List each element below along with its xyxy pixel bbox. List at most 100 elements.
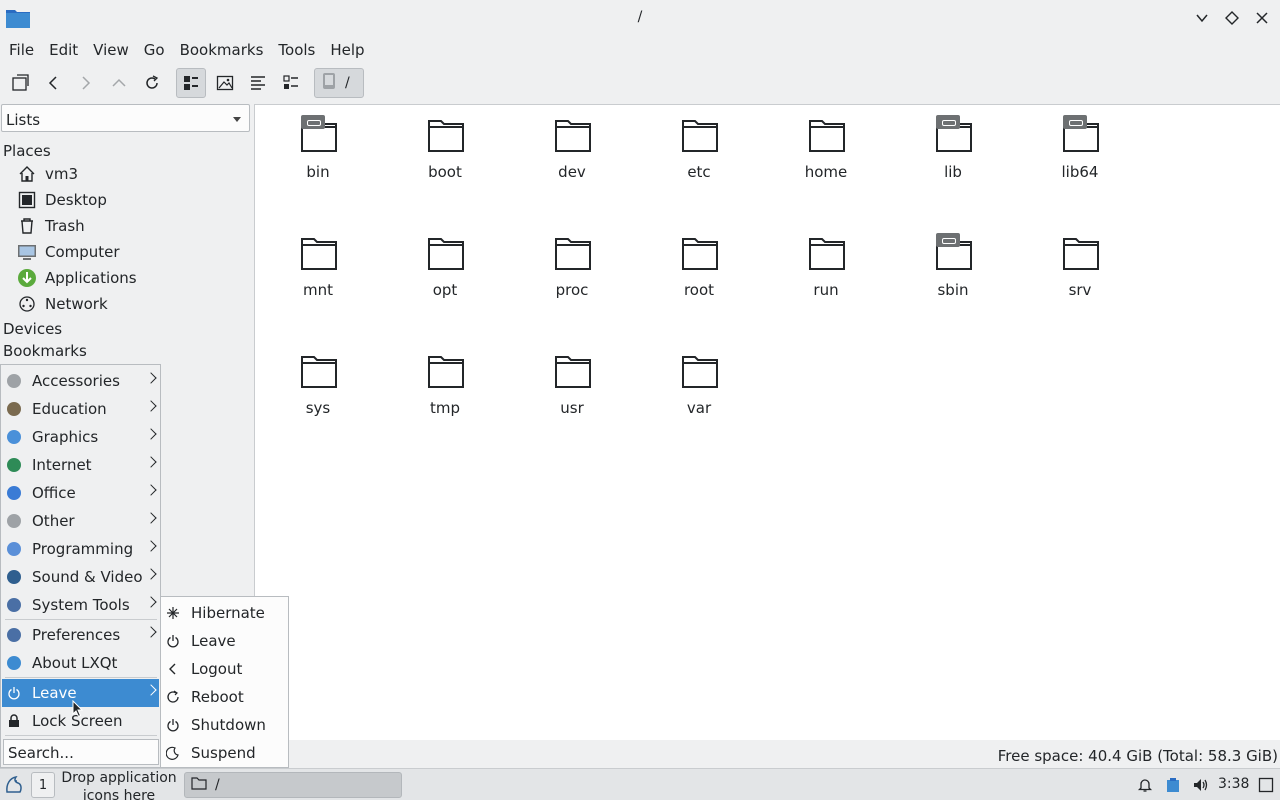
path-bar-root-button[interactable]: / (314, 68, 364, 98)
folder-item[interactable]: mnt (263, 227, 373, 307)
leave-item-shutdown[interactable]: Shutdown (163, 711, 287, 739)
clipboard-tray-icon[interactable] (1163, 775, 1183, 795)
leave-icon (166, 634, 180, 648)
menu-bookmarks[interactable]: Bookmarks (171, 38, 270, 64)
compact-view-icon[interactable] (243, 68, 273, 98)
place-network[interactable]: Network (17, 291, 108, 317)
thumbnail-view-icon[interactable] (210, 68, 240, 98)
folder-name: run (813, 281, 839, 299)
places-header[interactable]: Places (3, 142, 51, 160)
folder-icon (301, 238, 337, 270)
start-menu-item-accessories[interactable]: Accessories (2, 367, 159, 395)
folder-name: etc (687, 163, 711, 181)
drive-icon (321, 72, 337, 94)
detailed-view-icon[interactable] (276, 68, 306, 98)
menu-view[interactable]: View (84, 38, 135, 64)
place-label: Network (45, 295, 108, 313)
menu-help[interactable]: Help (321, 38, 370, 64)
menu-edit[interactable]: Edit (40, 38, 84, 64)
menu-separator (5, 619, 157, 620)
quicklaunch-area[interactable]: Drop application icons here (56, 769, 182, 800)
start-menu-item-education[interactable]: Education (2, 395, 159, 423)
maximize-icon[interactable] (1222, 8, 1242, 28)
bookmarks-header[interactable]: Bookmarks (3, 342, 87, 360)
show-desktop-icon[interactable] (1256, 775, 1276, 795)
close-icon[interactable] (1252, 8, 1272, 28)
start-menu-item-label: Sound & Video (32, 568, 143, 586)
folder-item[interactable]: etc (644, 109, 754, 189)
start-menu-item-office[interactable]: Office (2, 479, 159, 507)
sound-video-icon (7, 570, 21, 584)
start-menu-item-graphics[interactable]: Graphics (2, 423, 159, 451)
folder-item[interactable]: var (644, 345, 754, 425)
folder-icon (555, 356, 591, 388)
folder-icon (428, 120, 464, 152)
leave-item-label: Leave (191, 632, 236, 650)
folder-item[interactable]: opt (390, 227, 500, 307)
folder-item[interactable]: dev (517, 109, 627, 189)
leave-item-suspend[interactable]: Suspend (163, 739, 287, 767)
menu-tools[interactable]: Tools (269, 38, 321, 64)
leave-item-reboot[interactable]: Reboot (163, 683, 287, 711)
folder-item[interactable]: srv (1025, 227, 1135, 307)
folder-item[interactable]: sbin (898, 227, 1008, 307)
folder-item[interactable]: proc (517, 227, 627, 307)
folder-item[interactable]: lib64 (1025, 109, 1135, 189)
folder-item[interactable]: boot (390, 109, 500, 189)
leave-item-hibernate[interactable]: Hibernate (163, 599, 287, 627)
place-desktop[interactable]: Desktop (17, 187, 107, 213)
side-pane-mode-select[interactable]: Lists (1, 104, 250, 132)
start-menu-item-system-tools[interactable]: System Tools (2, 591, 159, 619)
volume-icon[interactable] (1191, 775, 1211, 795)
place-applications[interactable]: Applications (17, 265, 137, 291)
symlink-badge-icon (936, 115, 960, 129)
menu-file[interactable]: File (0, 38, 40, 64)
education-icon (7, 402, 21, 416)
start-menu-icon[interactable] (0, 769, 28, 800)
folder-name: srv (1068, 281, 1092, 299)
start-menu-item-about-lxqt[interactable]: About LXQt (2, 649, 159, 677)
status-bar: Free space: 40.4 GiB (Total: 58.3 GiB) (997, 747, 1278, 765)
new-tab-icon[interactable] (5, 68, 35, 98)
start-menu-item-label: Graphics (32, 428, 99, 446)
clock[interactable]: 3:38 (1218, 776, 1249, 792)
notification-bell-icon[interactable] (1135, 775, 1155, 795)
start-menu-search-input[interactable]: Search... (3, 739, 159, 765)
about-lxqt-icon (7, 656, 21, 670)
start-menu-item-preferences[interactable]: Preferences (2, 621, 159, 649)
devices-header[interactable]: Devices (3, 320, 62, 338)
file-view[interactable]: bin boot dev etc home lib lib64 mnt opt proc root r… (255, 104, 1280, 740)
folder-item[interactable]: sys (263, 345, 373, 425)
place-label: Computer (45, 243, 120, 261)
internet-icon (7, 458, 21, 472)
start-menu-item-sound-video[interactable]: Sound & Video (2, 563, 159, 591)
leave-item-label: Shutdown (191, 716, 266, 734)
up-icon[interactable] (104, 68, 134, 98)
folder-item[interactable]: root (644, 227, 754, 307)
start-menu-item-programming[interactable]: Programming (2, 535, 159, 563)
folder-item[interactable]: bin (263, 109, 373, 189)
folder-item[interactable]: home (771, 109, 881, 189)
back-icon[interactable] (38, 68, 68, 98)
icon-view-icon[interactable] (176, 68, 206, 98)
place-home[interactable]: vm3 (17, 161, 78, 187)
taskbar-window-button[interactable]: / (184, 772, 402, 798)
folder-item[interactable]: tmp (390, 345, 500, 425)
menu-separator (5, 735, 157, 736)
folder-item[interactable]: usr (517, 345, 627, 425)
folder-item[interactable]: lib (898, 109, 1008, 189)
minimize-icon[interactable] (1192, 8, 1212, 28)
leave-item-logout[interactable]: Logout (163, 655, 287, 683)
leave-item-leave[interactable]: Leave (163, 627, 287, 655)
computer-icon (17, 242, 37, 262)
reload-icon[interactable] (137, 68, 167, 98)
start-menu-item-other[interactable]: Other (2, 507, 159, 535)
start-menu-item-internet[interactable]: Internet (2, 451, 159, 479)
menu-go[interactable]: Go (135, 38, 171, 64)
place-computer[interactable]: Computer (17, 239, 120, 265)
place-trash[interactable]: Trash (17, 213, 85, 239)
folder-item[interactable]: run (771, 227, 881, 307)
forward-icon[interactable] (71, 68, 101, 98)
chevron-right-icon (145, 428, 157, 440)
desktop-switch-button[interactable]: 1 (31, 772, 55, 798)
